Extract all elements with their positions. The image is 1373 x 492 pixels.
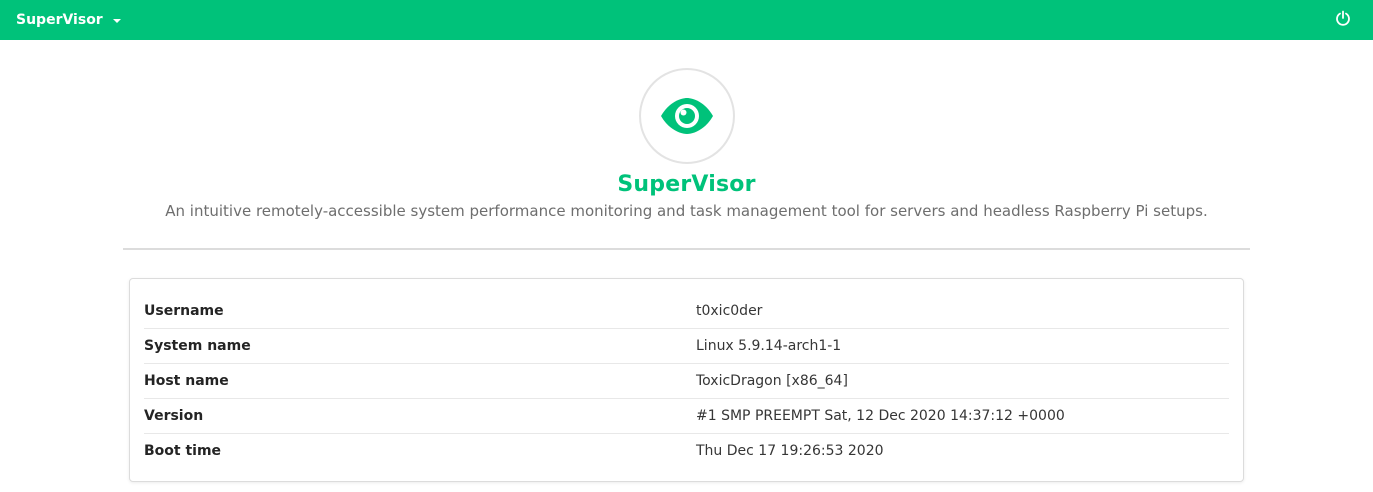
app-title: SuperVisor <box>617 172 756 197</box>
row-value-username: t0xic0der <box>696 294 1229 329</box>
row-value-host-name: ToxicDragon [x86_64] <box>696 363 1229 399</box>
table-row: System name Linux 5.9.14-arch1-1 <box>144 328 1229 364</box>
row-label-version: Version <box>144 398 696 434</box>
top-navbar: SuperVisor <box>0 0 1373 40</box>
app-description: An intuitive remotely-accessible system … <box>165 202 1208 220</box>
power-icon[interactable] <box>1335 10 1351 26</box>
row-value-system-name: Linux 5.9.14-arch1-1 <box>696 328 1229 364</box>
section-divider <box>123 248 1250 250</box>
table-row: Version #1 SMP PREEMPT Sat, 12 Dec 2020 … <box>144 398 1229 434</box>
row-label-username: Username <box>144 294 696 329</box>
brand-dropdown[interactable]: SuperVisor <box>16 0 121 40</box>
row-value-boot-time: Thu Dec 17 19:26:53 2020 <box>696 443 884 459</box>
system-info-table: Username t0xic0der System name Linux 5.9… <box>144 294 1229 468</box>
row-label-system-name: System name <box>144 328 696 364</box>
eye-icon <box>661 98 713 134</box>
logo-badge <box>639 68 735 164</box>
table-row: Boot time Thu Dec 17 19:26:53 2020 <box>144 434 1229 469</box>
row-value-version: #1 SMP PREEMPT Sat, 12 Dec 2020 14:37:12… <box>696 398 1229 434</box>
table-row: Host name ToxicDragon [x86_64] <box>144 363 1229 399</box>
system-info-card: Username t0xic0der System name Linux 5.9… <box>129 278 1244 482</box>
row-label-boot-time: Boot time <box>144 443 222 459</box>
brand-label: SuperVisor <box>16 12 103 28</box>
row-label-host-name: Host name <box>144 363 696 399</box>
table-row: Username t0xic0der <box>144 294 1229 329</box>
caret-down-icon <box>112 18 121 23</box>
